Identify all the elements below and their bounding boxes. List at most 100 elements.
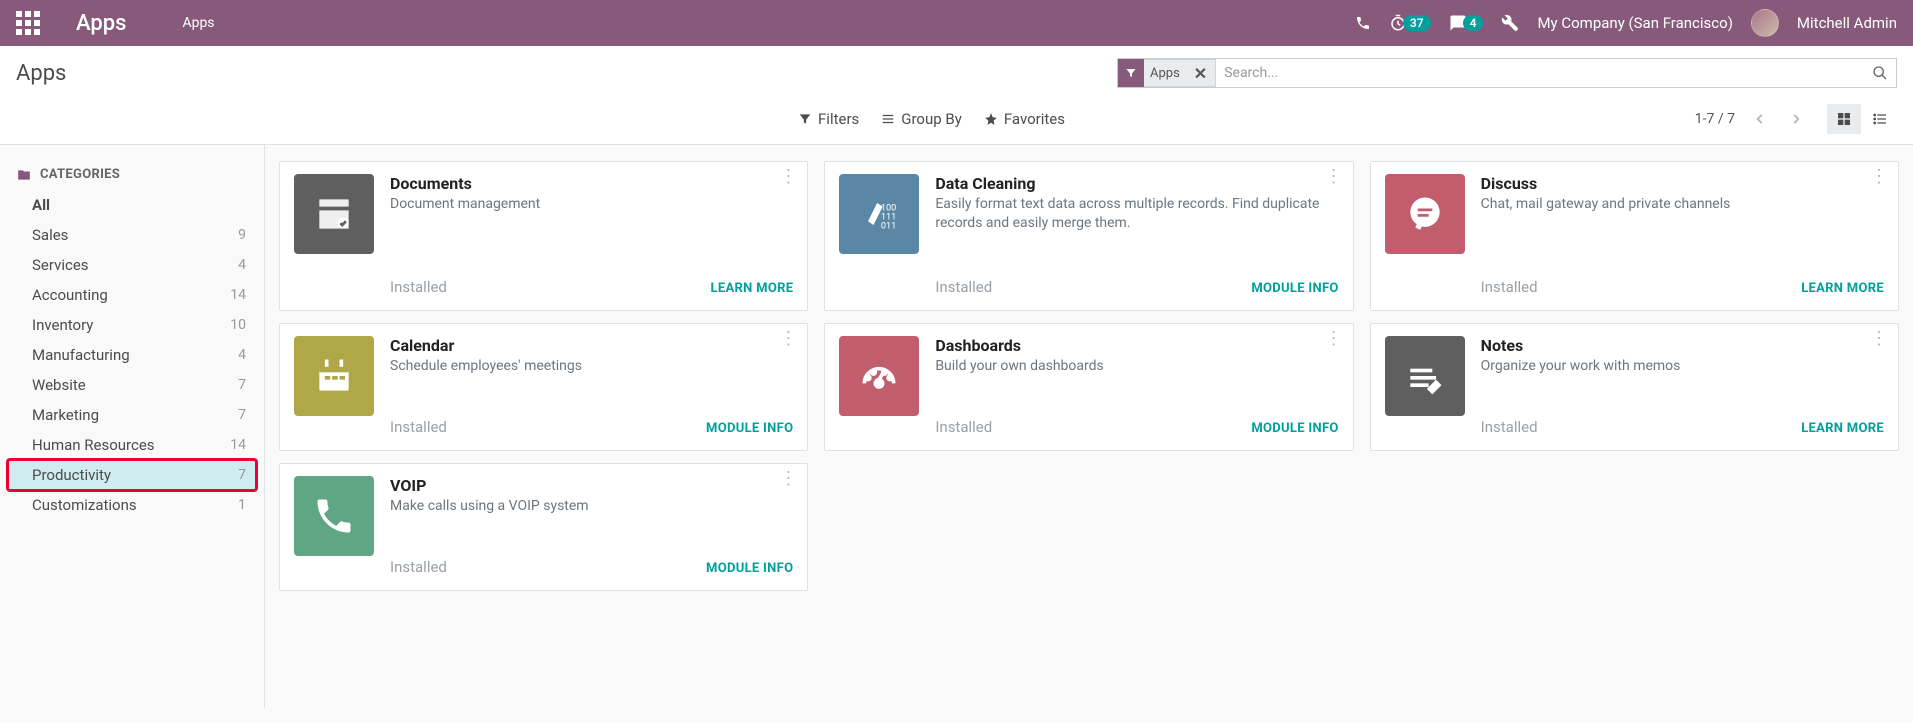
pager-next-icon[interactable] bbox=[1785, 108, 1807, 130]
sidebar-item-website[interactable]: Website7 bbox=[8, 370, 256, 400]
control-panel: Apps Apps ✕ Filters Group By bbox=[0, 46, 1913, 145]
messages-badge: 4 bbox=[1463, 15, 1484, 31]
sidebar-heading-label: CATEGORIES bbox=[40, 167, 120, 182]
card-desc: Easily format text data across multiple … bbox=[935, 195, 1338, 233]
kebab-icon[interactable]: ⋮ bbox=[779, 474, 797, 484]
notes-icon bbox=[1385, 336, 1465, 416]
card-status: Installed bbox=[1481, 278, 1538, 296]
app-card-documents[interactable]: ⋮ Documents Document management Installe… bbox=[279, 161, 808, 311]
card-title: Dashboards bbox=[935, 336, 1338, 355]
learn-more-link[interactable]: LEARN MORE bbox=[1801, 281, 1884, 296]
kebab-icon[interactable]: ⋮ bbox=[1325, 172, 1343, 182]
app-card-discuss[interactable]: ⋮ Discuss Chat, mail gateway and private… bbox=[1370, 161, 1899, 311]
module-info-link[interactable]: MODULE INFO bbox=[706, 421, 793, 436]
voip-icon bbox=[294, 476, 374, 556]
sidebar-item-all[interactable]: All bbox=[8, 190, 256, 220]
avatar[interactable] bbox=[1751, 9, 1779, 37]
card-desc: Organize your work with memos bbox=[1481, 357, 1884, 376]
sidebar-item-sales[interactable]: Sales9 bbox=[8, 220, 256, 250]
timer-badge: 37 bbox=[1403, 15, 1431, 31]
filters-label: Filters bbox=[818, 110, 859, 128]
module-info-link[interactable]: MODULE INFO bbox=[706, 561, 793, 576]
list-view-button[interactable] bbox=[1863, 104, 1897, 134]
module-info-link[interactable]: MODULE INFO bbox=[1251, 421, 1338, 436]
folder-icon bbox=[16, 168, 32, 182]
kebab-icon[interactable]: ⋮ bbox=[779, 334, 797, 344]
page-title: Apps bbox=[16, 61, 66, 86]
card-status: Installed bbox=[390, 278, 447, 296]
sidebar-item-manufacturing[interactable]: Manufacturing4 bbox=[8, 340, 256, 370]
sidebar-item-productivity[interactable]: Productivity7 bbox=[8, 460, 256, 490]
kebab-icon[interactable]: ⋮ bbox=[1870, 172, 1888, 182]
phone-icon[interactable] bbox=[1355, 15, 1371, 31]
kebab-icon[interactable]: ⋮ bbox=[1870, 334, 1888, 344]
groupby-label: Group By bbox=[901, 110, 962, 128]
card-title: Notes bbox=[1481, 336, 1884, 355]
app-title: Apps bbox=[76, 11, 126, 36]
documents-icon bbox=[294, 174, 374, 254]
app-card-notes[interactable]: ⋮ Notes Organize your work with memos In… bbox=[1370, 323, 1899, 451]
card-status: Installed bbox=[1481, 418, 1538, 436]
app-card-dashboards[interactable]: ⋮ Dashboards Build your own dashboards I… bbox=[824, 323, 1353, 451]
dashboards-icon bbox=[839, 336, 919, 416]
groupby-button[interactable]: Group By bbox=[881, 110, 962, 128]
app-card-data-cleaning[interactable]: ⋮ 100111011 Data Cleaning Easily format … bbox=[824, 161, 1353, 311]
card-desc: Chat, mail gateway and private channels bbox=[1481, 195, 1884, 214]
search-options: Filters Group By Favorites bbox=[798, 110, 1065, 128]
card-title: Discuss bbox=[1481, 174, 1884, 193]
sidebar-item-customizations[interactable]: Customizations1 bbox=[8, 490, 256, 520]
timer-icon[interactable]: 37 bbox=[1389, 14, 1431, 32]
close-icon[interactable]: ✕ bbox=[1186, 64, 1215, 83]
kebab-icon[interactable]: ⋮ bbox=[1325, 334, 1343, 344]
learn-more-link[interactable]: LEARN MORE bbox=[711, 281, 794, 296]
favorites-button[interactable]: Favorites bbox=[984, 110, 1065, 128]
data-cleaning-icon: 100111011 bbox=[839, 174, 919, 254]
search-icon[interactable] bbox=[1864, 59, 1896, 87]
module-info-link[interactable]: MODULE INFO bbox=[1251, 281, 1338, 296]
main-header: Apps Apps 37 4 My Company (San Francisco… bbox=[0, 0, 1913, 46]
card-title: VOIP bbox=[390, 476, 793, 495]
kanban-view: ⋮ Documents Document management Installe… bbox=[265, 145, 1913, 708]
user-menu[interactable]: Mitchell Admin bbox=[1797, 14, 1897, 32]
svg-text:011: 011 bbox=[881, 222, 896, 232]
card-status: Installed bbox=[390, 418, 447, 436]
apps-menu-icon[interactable] bbox=[16, 11, 40, 35]
pager-text: 1-7 / 7 bbox=[1695, 111, 1735, 127]
search-input[interactable] bbox=[1216, 65, 1864, 81]
card-title: Documents bbox=[390, 174, 793, 193]
messages-icon[interactable]: 4 bbox=[1449, 14, 1484, 32]
discuss-icon bbox=[1385, 174, 1465, 254]
kanban-view-button[interactable] bbox=[1827, 104, 1861, 134]
sidebar-item-hr[interactable]: Human Resources14 bbox=[8, 430, 256, 460]
search-chip-label: Apps bbox=[1144, 66, 1186, 81]
card-desc: Make calls using a VOIP system bbox=[390, 497, 793, 516]
filters-button[interactable]: Filters bbox=[798, 110, 859, 128]
app-card-calendar[interactable]: ⋮ Calendar Schedule employees' meetings … bbox=[279, 323, 808, 451]
app-card-voip[interactable]: ⋮ VOIP Make calls using a VOIP system In… bbox=[279, 463, 808, 591]
card-desc: Build your own dashboards bbox=[935, 357, 1338, 376]
sidebar-item-inventory[interactable]: Inventory10 bbox=[8, 310, 256, 340]
tools-icon[interactable] bbox=[1501, 14, 1519, 32]
company-switcher[interactable]: My Company (San Francisco) bbox=[1537, 14, 1732, 32]
favorites-label: Favorites bbox=[1004, 110, 1065, 128]
card-status: Installed bbox=[935, 418, 992, 436]
search-chip: Apps ✕ bbox=[1118, 59, 1216, 87]
card-desc: Schedule employees' meetings bbox=[390, 357, 793, 376]
card-title: Data Cleaning bbox=[935, 174, 1338, 193]
filter-icon bbox=[1118, 59, 1144, 87]
pager-prev-icon[interactable] bbox=[1749, 108, 1771, 130]
main-body: CATEGORIES All Sales9 Services4 Accounti… bbox=[0, 145, 1913, 708]
learn-more-link[interactable]: LEARN MORE bbox=[1801, 421, 1884, 436]
breadcrumb[interactable]: Apps bbox=[182, 15, 214, 31]
sidebar-item-marketing[interactable]: Marketing7 bbox=[8, 400, 256, 430]
card-desc: Document management bbox=[390, 195, 793, 214]
sidebar-item-accounting[interactable]: Accounting14 bbox=[8, 280, 256, 310]
kebab-icon[interactable]: ⋮ bbox=[779, 172, 797, 182]
header-right: 37 4 My Company (San Francisco) Mitchell… bbox=[1355, 9, 1897, 37]
calendar-icon bbox=[294, 336, 374, 416]
search-box: Apps ✕ bbox=[1117, 58, 1897, 88]
sidebar: CATEGORIES All Sales9 Services4 Accounti… bbox=[0, 145, 265, 708]
card-status: Installed bbox=[390, 558, 447, 576]
sidebar-item-services[interactable]: Services4 bbox=[8, 250, 256, 280]
card-status: Installed bbox=[935, 278, 992, 296]
